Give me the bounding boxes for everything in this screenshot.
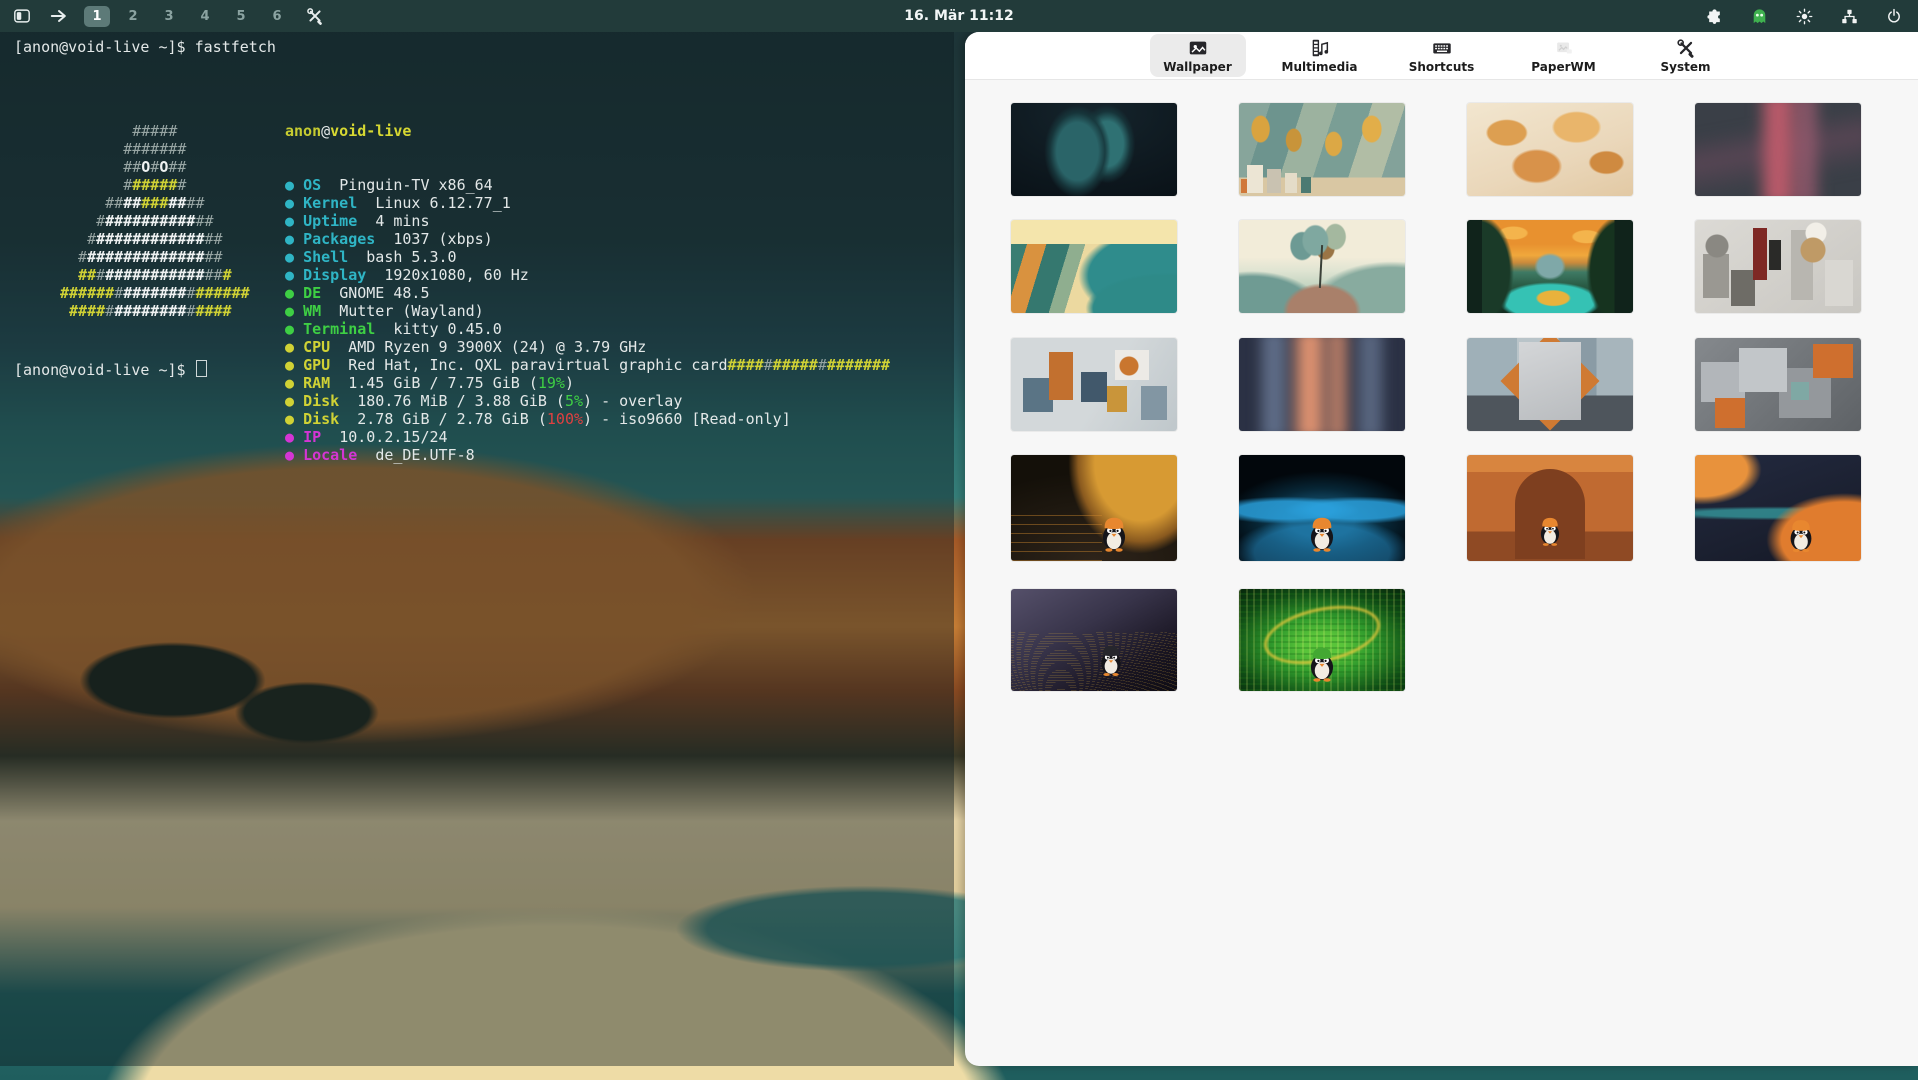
- fastfetch-info-line: ● RAM 1.45 GiB / 7.75 GiB (19%): [285, 374, 890, 392]
- ghost-icon[interactable]: [1747, 4, 1771, 28]
- settings-panel: Wallpaper Multimedia Shortcuts PaperWM: [965, 32, 1918, 1066]
- wallpaper-thumbnail-peach-blur-strokes[interactable]: [1239, 338, 1405, 431]
- settings-tab-bar: Wallpaper Multimedia Shortcuts PaperWM: [965, 32, 1918, 80]
- network-icon[interactable]: [1837, 4, 1861, 28]
- wallpaper-thumbnail-pastel-tree-hills[interactable]: [1239, 220, 1405, 313]
- wallpaper-thumbnail-cream-orange-lilies[interactable]: [1467, 103, 1633, 196]
- wallpaper-thumbnail-penguin-green-matrix[interactable]: [1239, 589, 1405, 691]
- wallpaper-thumbnail-penguin-blue-rays[interactable]: [1239, 455, 1405, 561]
- wallpaper-thumbnail-teal-abstract-leaves[interactable]: [1011, 103, 1177, 196]
- wallpaper-thumbnail-yellow-teal-coast[interactable]: [1011, 220, 1177, 313]
- fastfetch-info-line: ● Locale de_DE.UTF-8: [285, 446, 890, 464]
- clock[interactable]: 16. Mär 11:12: [0, 0, 1918, 32]
- fastfetch-info-line: ● Kernel Linux 6.12.77_1: [285, 194, 890, 212]
- wallpaper-thumbnail-blue-orange-squares[interactable]: [1011, 338, 1177, 431]
- penguin-mascot: [1536, 514, 1564, 551]
- wallpaper-thumbnail-dark-red-brush-streaks[interactable]: [1695, 103, 1861, 196]
- missing-image-icon: [1553, 37, 1575, 59]
- terminal-prompt-line: [anon@void-live ~]$ fastfetch: [14, 38, 276, 56]
- top-bar: 123456 16. Mär 11:12: [0, 0, 1918, 32]
- fastfetch-info-line: ● WM Mutter (Wayland): [285, 302, 890, 320]
- penguin-mascot: [1785, 516, 1817, 557]
- penguin-mascot: [1305, 643, 1339, 687]
- fastfetch-title: anon@void-live: [285, 122, 890, 140]
- film-note-icon: [1309, 37, 1331, 59]
- wallpaper-thumbnail-sunset-mountain-river[interactable]: [1467, 220, 1633, 313]
- tab-system[interactable]: System: [1638, 34, 1734, 77]
- fastfetch-info-line: ● CPU AMD Ryzen 9 3900X (24) @ 3.79 GHz: [285, 338, 890, 356]
- fastfetch-info-line: ● Disk 180.76 MiB / 3.88 GiB (5%) - over…: [285, 392, 890, 410]
- wallpaper-thumbnail-penguin-navy-orange-waves[interactable]: [1695, 455, 1861, 561]
- fastfetch-info-line: ● Disk 2.78 GiB / 2.78 GiB (100%) - iso9…: [285, 410, 890, 428]
- tab-label: Multimedia: [1282, 60, 1358, 74]
- terminal-window[interactable]: [anon@void-live ~]$ fastfetch ##### ####…: [0, 32, 954, 1066]
- desktop: 123456 16. Mär 11:12 [anon@vo: [0, 0, 1918, 1080]
- image-icon: [1187, 37, 1209, 59]
- fastfetch-info-line: ● Terminal kitty 0.45.0: [285, 320, 890, 338]
- fastfetch-info-line: ● DE GNOME 48.5: [285, 284, 890, 302]
- fastfetch-info-line: ● Shell bash 5.3.0: [285, 248, 890, 266]
- extensions-puzzle-icon[interactable]: [1702, 4, 1726, 28]
- wallpaper-thumbnail-autumn-windy-village[interactable]: [1239, 103, 1405, 196]
- wallpaper-thumbnail-penguin-purple-gold-lines[interactable]: [1011, 589, 1177, 691]
- terminal-prompt-2: [anon@void-live ~]$: [14, 360, 207, 379]
- fastfetch-info-line: ● Uptime 4 mins: [285, 212, 890, 230]
- tab-label: Shortcuts: [1409, 60, 1475, 74]
- wallpaper-thumbnail-gray-red-collage[interactable]: [1695, 220, 1861, 313]
- wallpaper-thumbnail-penguin-gold-circuit[interactable]: [1011, 455, 1177, 561]
- penguin-mascot: [1097, 513, 1131, 557]
- fastfetch-info-line: ● GPU Red Hat, Inc. QXL paravirtual grap…: [285, 356, 890, 374]
- fastfetch-info-line: ● OS Pinguin-TV x86_64: [285, 176, 890, 194]
- tab-multimedia[interactable]: Multimedia: [1272, 34, 1368, 77]
- penguin-mascot: [1305, 513, 1339, 557]
- power-icon[interactable]: [1882, 4, 1906, 28]
- brightness-icon[interactable]: [1792, 4, 1816, 28]
- wallpaper-thumbnail-gray-orange-3d-mosaic[interactable]: [1695, 338, 1861, 431]
- fastfetch-info-line: ● Display 1920x1080, 60 Hz: [285, 266, 890, 284]
- fastfetch-info: anon@void-live ● OS Pinguin-TV x86_64● K…: [285, 86, 890, 464]
- terminal-cursor: [196, 360, 207, 377]
- tab-paperwm[interactable]: PaperWM: [1516, 34, 1612, 77]
- tab-label: PaperWM: [1531, 60, 1595, 74]
- keyboard-icon: [1431, 37, 1453, 59]
- top-bar-right: [1702, 0, 1906, 32]
- wallpaper-thumbnail-metal-square-orange-diamond[interactable]: [1467, 338, 1633, 431]
- tab-label: System: [1661, 60, 1711, 74]
- wallpaper-thumbnail-penguin-terracotta-arch[interactable]: [1467, 455, 1633, 561]
- fastfetch-info-line: ● Packages 1037 (xbps): [285, 230, 890, 248]
- tab-label: Wallpaper: [1163, 60, 1231, 74]
- tab-wallpaper[interactable]: Wallpaper: [1150, 34, 1246, 77]
- penguin-mascot: [1096, 642, 1126, 681]
- fastfetch-info-line: ● IP 10.0.2.15/24: [285, 428, 890, 446]
- fastfetch-ascii-logo: ##### ####### ##O#O## ####### ##########…: [60, 122, 250, 320]
- tools-icon: [1675, 37, 1697, 59]
- tab-shortcuts[interactable]: Shortcuts: [1394, 34, 1490, 77]
